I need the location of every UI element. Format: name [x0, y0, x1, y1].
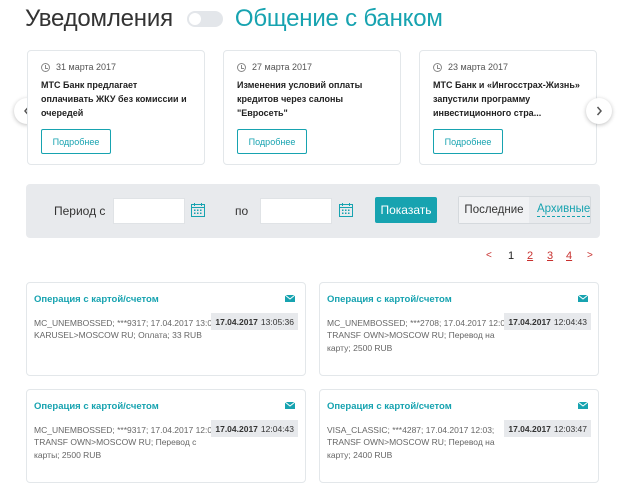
- operation-time: 12:03:47: [553, 423, 587, 434]
- pager-page-3[interactable]: 3: [547, 250, 553, 262]
- clock-icon: [237, 62, 246, 72]
- mail-icon: [578, 402, 588, 409]
- pager-page-4[interactable]: 4: [566, 250, 572, 262]
- filter-bar: Период с по Показать Последние Архивные: [26, 184, 600, 238]
- last-archive-switch: Последние Архивные: [458, 196, 591, 224]
- operation-description: MC_UNEMBOSSED; ***9317; 17.04.2017 13:05…: [34, 318, 220, 341]
- news-carousel: 31 марта 2017 МТС Банк предлагает оплачи…: [27, 50, 597, 165]
- mail-icon: [285, 295, 295, 302]
- date-to-input[interactable]: [260, 198, 332, 224]
- news-more-button[interactable]: Подробнее: [433, 129, 503, 154]
- news-date: 23 марта 2017: [433, 60, 584, 74]
- news-date-text: 27 марта 2017: [252, 62, 313, 72]
- page-title: Уведомления: [25, 5, 173, 32]
- calendar-icon[interactable]: [190, 202, 206, 218]
- operation-timestamp: 17.04.2017 12:03:47: [504, 420, 591, 437]
- show-button[interactable]: Показать: [375, 197, 437, 223]
- news-card[interactable]: 31 марта 2017 МТС Банк предлагает оплачи…: [27, 50, 205, 165]
- operation-description: VISA_CLASSIC; ***4287; 17.04.2017 12:03;…: [327, 425, 495, 460]
- news-more-button[interactable]: Подробнее: [237, 129, 307, 154]
- bank-chat-link[interactable]: Общение с банком: [235, 5, 443, 33]
- news-headline: МТС Банк и «Ингосстрах-Жизнь» запустили …: [433, 80, 580, 118]
- archive-tab[interactable]: Архивные: [537, 203, 591, 217]
- pager-prev[interactable]: <: [486, 250, 492, 261]
- news-headline: МТС Банк предлагает оплачивать ЖКУ без к…: [41, 80, 187, 118]
- operation-title: Операция с картой/счетом: [34, 401, 159, 412]
- operation-title: Операция с картой/счетом: [327, 294, 452, 305]
- operation-card[interactable]: Операция с картой/счетом MC_UNEMBOSSED; …: [26, 282, 306, 376]
- news-card[interactable]: 27 марта 2017 Изменения условий оплаты к…: [223, 50, 401, 165]
- news-card[interactable]: 23 марта 2017 МТС Банк и «Ингосстрах-Жиз…: [419, 50, 597, 165]
- operation-date: 17.04.2017: [508, 316, 551, 327]
- view-toggle[interactable]: [186, 11, 223, 27]
- operation-time: 13:05:36: [260, 316, 294, 327]
- clock-icon: [41, 62, 50, 72]
- news-more-button[interactable]: Подробнее: [41, 129, 111, 154]
- news-headline: Изменения условий оплаты кредитов через …: [237, 80, 363, 118]
- last-tab[interactable]: Последние: [459, 197, 529, 223]
- operation-title: Операция с картой/счетом: [34, 294, 159, 305]
- operation-card[interactable]: Операция с картой/счетом VISA_CLASSIC; *…: [319, 389, 599, 483]
- operation-description: MC_UNEMBOSSED; ***9317; 17.04.2017 12:04…: [34, 425, 220, 460]
- toggle-knob: [188, 13, 201, 25]
- clock-icon: [433, 62, 442, 72]
- operation-timestamp: 17.04.2017 13:05:36: [211, 313, 298, 330]
- news-date: 31 марта 2017: [41, 60, 192, 74]
- chevron-right-icon: [596, 106, 602, 116]
- operation-date: 17.04.2017: [215, 316, 258, 327]
- calendar-icon[interactable]: [338, 202, 354, 218]
- mail-icon: [578, 295, 588, 302]
- page-header: Уведомления Общение с банком: [25, 4, 443, 34]
- operation-title: Операция с картой/счетом: [327, 401, 452, 412]
- news-date-text: 31 марта 2017: [56, 62, 117, 72]
- operation-description: MC_UNEMBOSSED; ***2708; 17.04.2017 12:04…: [327, 318, 513, 353]
- carousel-next-button[interactable]: [586, 98, 612, 124]
- news-date: 27 марта 2017: [237, 60, 388, 74]
- news-date-text: 23 марта 2017: [448, 62, 509, 72]
- operation-time: 12:04:43: [260, 423, 294, 434]
- date-from-input[interactable]: [113, 198, 185, 224]
- operation-date: 17.04.2017: [215, 423, 258, 434]
- pager-next[interactable]: >: [587, 250, 593, 261]
- operation-timestamp: 17.04.2017 12:04:43: [211, 420, 298, 437]
- period-from-label: Период с: [54, 204, 106, 218]
- operation-date: 17.04.2017: [508, 423, 551, 434]
- pager-current: 1: [508, 250, 515, 262]
- mail-icon: [285, 402, 295, 409]
- operation-card[interactable]: Операция с картой/счетом MC_UNEMBOSSED; …: [26, 389, 306, 483]
- pager-page-2[interactable]: 2: [527, 250, 533, 262]
- operation-card[interactable]: Операция с картой/счетом MC_UNEMBOSSED; …: [319, 282, 599, 376]
- operation-timestamp: 17.04.2017 12:04:43: [504, 313, 591, 330]
- operation-time: 12:04:43: [553, 316, 587, 327]
- period-to-label: по: [235, 204, 249, 218]
